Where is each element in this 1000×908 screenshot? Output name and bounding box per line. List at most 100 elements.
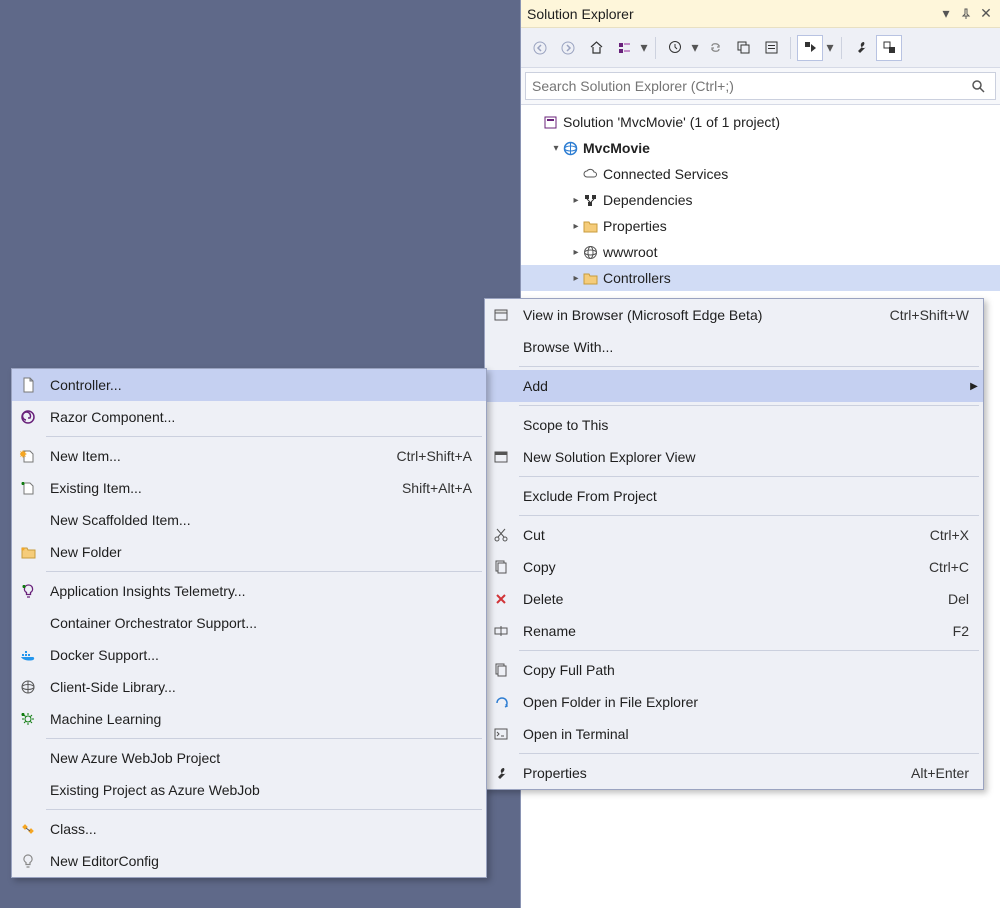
expand-icon[interactable]: [569, 247, 583, 258]
menu-new-folder[interactable]: New Folder: [12, 536, 486, 568]
solution-label: Solution 'MvcMovie' (1 of 1 project): [563, 114, 780, 130]
separator: [519, 650, 979, 651]
panel-title: Solution Explorer: [527, 6, 934, 22]
tree-connected-services[interactable]: Connected Services: [521, 161, 1000, 187]
new-folder-icon: [12, 545, 44, 559]
menu-webjob-existing[interactable]: Existing Project as Azure WebJob: [12, 774, 486, 806]
menu-docker[interactable]: Docker Support...: [12, 639, 486, 671]
class-icon: [12, 821, 44, 837]
menu-delete[interactable]: Delete Del: [485, 583, 983, 615]
tree-wwwroot[interactable]: wwwroot: [521, 239, 1000, 265]
tree-dependencies[interactable]: Dependencies: [521, 187, 1000, 213]
forward-button[interactable]: [555, 35, 581, 61]
separator: [46, 738, 482, 739]
search-icon[interactable]: [971, 79, 989, 93]
menu-label: Add: [517, 378, 965, 394]
menu-controller[interactable]: Controller...: [12, 369, 486, 401]
dropdown-icon[interactable]: ▾: [938, 6, 954, 22]
menu-label: Open in Terminal: [517, 726, 983, 742]
tree-label: Dependencies: [603, 192, 693, 208]
switc-views-button[interactable]: [611, 35, 637, 61]
menu-ml[interactable]: Machine Learning: [12, 703, 486, 735]
search-input[interactable]: [532, 78, 971, 94]
menu-label: Machine Learning: [44, 711, 486, 727]
menu-new-se-view[interactable]: New Solution Explorer View: [485, 441, 983, 473]
separator: [46, 571, 482, 572]
menu-label: New EditorConfig: [44, 853, 486, 869]
back-button[interactable]: [527, 35, 553, 61]
separator: [46, 436, 482, 437]
menu-copy[interactable]: Copy Ctrl+C: [485, 551, 983, 583]
menu-add[interactable]: Add ▶: [485, 370, 983, 402]
menu-razor[interactable]: Razor Component...: [12, 401, 486, 433]
menu-open-terminal[interactable]: Open in Terminal: [485, 718, 983, 750]
search-row: [521, 68, 1000, 105]
menu-class[interactable]: Class...: [12, 813, 486, 845]
menu-browse-with[interactable]: Browse With...: [485, 331, 983, 363]
tree-label: wwwroot: [603, 244, 657, 260]
menu-properties[interactable]: Properties Alt+Enter: [485, 757, 983, 789]
globe-icon: [583, 245, 601, 260]
close-icon[interactable]: ✕: [978, 6, 994, 22]
expand-icon[interactable]: [569, 273, 583, 284]
expand-icon[interactable]: [569, 195, 583, 206]
menu-label: Controller...: [44, 377, 486, 393]
project-label: MvcMovie: [583, 140, 650, 156]
home-button[interactable]: [583, 35, 609, 61]
menu-label: Class...: [44, 821, 486, 837]
menu-rename[interactable]: Rename F2: [485, 615, 983, 647]
menu-scope[interactable]: Scope to This: [485, 409, 983, 441]
dropdown-icon[interactable]: ▾: [639, 39, 649, 56]
menu-open-folder[interactable]: Open Folder in File Explorer: [485, 686, 983, 718]
menu-exclude[interactable]: Exclude From Project: [485, 480, 983, 512]
expand-icon[interactable]: [569, 221, 583, 232]
pending-changes-button[interactable]: [662, 35, 688, 61]
tree-project[interactable]: MvcMovie: [521, 135, 1000, 161]
menu-shortcut: Del: [924, 591, 983, 607]
separator: [519, 476, 979, 477]
separator: [655, 37, 656, 59]
dropdown-icon[interactable]: ▾: [825, 39, 835, 56]
separator: [841, 37, 842, 59]
menu-client-lib[interactable]: Client-Side Library...: [12, 671, 486, 703]
toolbar: ▾ ▾ ▾: [521, 28, 1000, 68]
menu-scaffolded[interactable]: New Scaffolded Item...: [12, 504, 486, 536]
separator: [519, 366, 979, 367]
menu-existing-item[interactable]: Existing Item... Shift+Alt+A: [12, 472, 486, 504]
menu-label: Docker Support...: [44, 647, 486, 663]
menu-label: Cut: [517, 527, 906, 543]
menu-orchestrator[interactable]: Container Orchestrator Support...: [12, 607, 486, 639]
pin-icon[interactable]: [958, 6, 974, 22]
menu-copy-path[interactable]: Copy Full Path: [485, 654, 983, 686]
tree-controllers[interactable]: Controllers: [521, 265, 1000, 291]
preview-selected-button[interactable]: [876, 35, 902, 61]
menu-new-item[interactable]: New Item... Ctrl+Shift+A: [12, 440, 486, 472]
menu-editorconfig[interactable]: New EditorConfig: [12, 845, 486, 877]
tree-label: Connected Services: [603, 166, 728, 182]
tree-label: Controllers: [603, 270, 671, 286]
show-all-button[interactable]: [758, 35, 784, 61]
menu-shortcut: Alt+Enter: [887, 765, 983, 781]
dropdown-icon[interactable]: ▾: [690, 39, 700, 56]
razor-icon: [12, 409, 44, 425]
menu-cut[interactable]: Cut Ctrl+X: [485, 519, 983, 551]
menu-label: Rename: [517, 623, 929, 639]
file-icon: [12, 377, 44, 393]
properties-button[interactable]: [848, 35, 874, 61]
tree-label: Properties: [603, 218, 667, 234]
add-submenu: Controller... Razor Component... New Ite…: [11, 368, 487, 878]
tree-properties[interactable]: Properties: [521, 213, 1000, 239]
tree-solution[interactable]: Solution 'MvcMovie' (1 of 1 project): [521, 109, 1000, 135]
search-box[interactable]: [525, 72, 996, 100]
menu-view-in-browser[interactable]: View in Browser (Microsoft Edge Beta) Ct…: [485, 299, 983, 331]
expand-icon[interactable]: [549, 143, 563, 154]
menu-label: View in Browser (Microsoft Edge Beta): [517, 307, 866, 323]
collapse-all-button[interactable]: [730, 35, 756, 61]
menu-webjob[interactable]: New Azure WebJob Project: [12, 742, 486, 774]
preview-button[interactable]: [797, 35, 823, 61]
menu-label: Browse With...: [517, 339, 983, 355]
menu-label: Exclude From Project: [517, 488, 983, 504]
sync-button[interactable]: [702, 35, 728, 61]
menu-label: Copy Full Path: [517, 662, 983, 678]
menu-telemetry[interactable]: Application Insights Telemetry...: [12, 575, 486, 607]
